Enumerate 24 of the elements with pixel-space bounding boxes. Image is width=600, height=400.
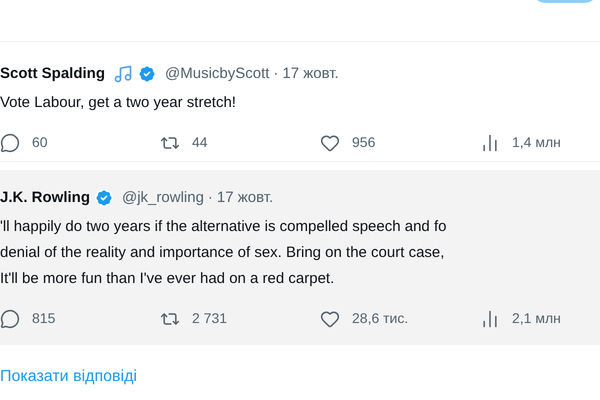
views-button[interactable]: 1,4 млн [480, 132, 561, 153]
separator-dot: · [208, 188, 213, 208]
post-text-line: denial of the reality and importance of sex. Bring on the court case, [0, 243, 446, 263]
separator-dot: · [273, 64, 278, 84]
like-button[interactable]: 28,6 тис. [320, 308, 480, 329]
repost-button[interactable]: 2 731 [160, 308, 320, 329]
reply-icon [0, 308, 20, 328]
views-button[interactable]: 2,1 млн [480, 308, 561, 329]
author-name[interactable]: Scott Spalding [0, 62, 105, 86]
reply-button[interactable]: 815 [0, 308, 160, 329]
reply-button[interactable]: 60 [0, 132, 160, 153]
post-text-line: It'll be more fun than I've ever had on a red carpet. [0, 269, 336, 289]
author-handle[interactable]: @jk_rowling [122, 186, 204, 210]
post-date[interactable]: 17 жовт. [216, 186, 274, 210]
heart-icon [320, 132, 340, 152]
repost-button[interactable]: 44 [160, 132, 320, 153]
post-text-line: Vote Labour, get a two year stretch! [0, 93, 237, 113]
reply-icon [0, 132, 20, 152]
post-text-line: 'll happily do two years if the alternative is compelled speech and fo [0, 217, 448, 237]
heart-icon [320, 308, 340, 328]
author-handle[interactable]: @MusicbyScott [165, 62, 270, 86]
author-name[interactable]: J.K. Rowling [0, 186, 90, 210]
post-date[interactable]: 17 жовт. [282, 62, 339, 86]
like-button[interactable]: 956 [320, 132, 480, 153]
